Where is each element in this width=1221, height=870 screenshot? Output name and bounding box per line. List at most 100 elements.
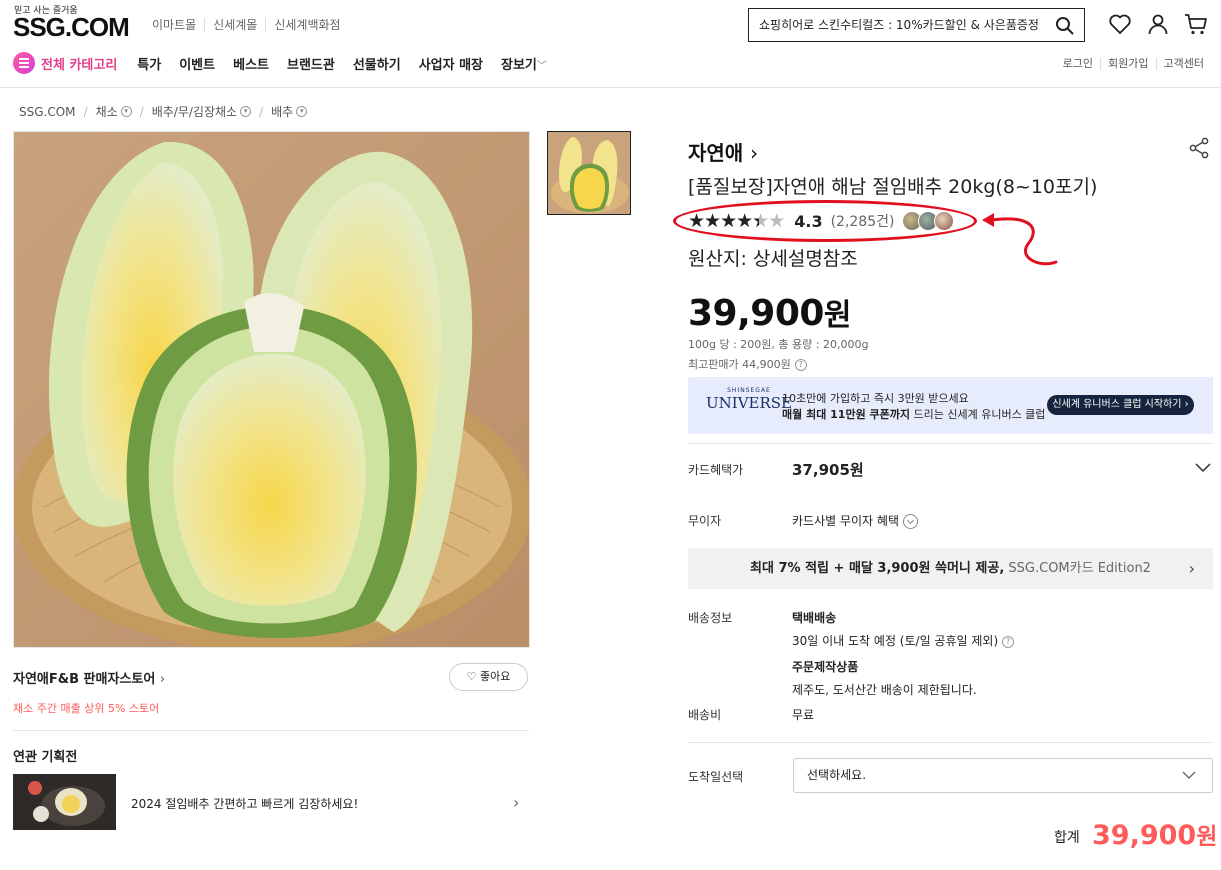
breadcrumb-separator: / bbox=[259, 104, 264, 119]
brand-link[interactable]: 자연애 › bbox=[688, 137, 758, 166]
breadcrumb-vegetables[interactable]: 채소 bbox=[96, 103, 118, 120]
price-number: 39,900 bbox=[688, 293, 824, 334]
divider bbox=[13, 730, 529, 731]
delivery-eta-text: 30일 이내 도착 예정 (토/일 공휴일 제외) bbox=[792, 634, 999, 648]
related-section-title: 연관 기획전 bbox=[13, 750, 78, 765]
nav-item-deals[interactable]: 특가 bbox=[137, 54, 161, 73]
delivery-restriction: 제주도, 도서산간 배송이 제한됩니다. bbox=[792, 683, 977, 697]
delivery-fee-label: 배송비 bbox=[688, 708, 722, 722]
chevron-right-icon[interactable]: › bbox=[513, 793, 519, 812]
arrival-date-placeholder: 선택하세요. bbox=[807, 768, 867, 782]
user-icon[interactable] bbox=[1146, 12, 1170, 36]
nav-item-grocery-label: 장보기 bbox=[501, 57, 537, 73]
card-benefit-label: 카드혜택가 bbox=[688, 463, 744, 477]
site-header: 믿고 사는 즐거움 SSG.COM 이마트몰 신세계몰 신세계백화점 쇼핑히어로… bbox=[0, 0, 1221, 88]
arrival-date-label: 도착일선택 bbox=[688, 770, 744, 784]
chevron-down-icon[interactable]: ▾ bbox=[120, 106, 132, 117]
breadcrumb-separator: / bbox=[83, 104, 88, 119]
nav-item-grocery[interactable]: 장보기﹀ bbox=[501, 54, 547, 73]
origin-info: 원산지: 상세설명참조 bbox=[688, 248, 858, 270]
card-promo-banner[interactable]: 최대 7% 적립 + 매달 3,900원 쓱머니 제공, SSG.COM카드 E… bbox=[688, 548, 1213, 589]
related-event-text[interactable]: 2024 절임배추 간편하고 빠르게 김장하세요! bbox=[131, 795, 358, 812]
family-site-links: 이마트몰 신세계몰 신세계백화점 bbox=[152, 18, 349, 32]
total-price: 39,900원 bbox=[1092, 817, 1217, 851]
signup-link[interactable]: 회원가입 bbox=[1100, 58, 1155, 70]
menu-icon[interactable] bbox=[13, 52, 35, 74]
breadcrumb-home[interactable]: SSG.COM bbox=[19, 105, 76, 119]
annotation-ellipse bbox=[673, 200, 977, 242]
universe-logo: SHINSEGAE UNIVERSE bbox=[706, 387, 792, 412]
ssg-logo[interactable]: SSG.COM bbox=[13, 12, 130, 43]
unit-price: 100g 당 : 200원, 총 용량 : 20,000g bbox=[688, 338, 869, 351]
search-input[interactable]: 쇼핑히어로 스킨수티컬즈 : 10%카드할인 & 사은품증정 bbox=[748, 8, 1085, 42]
sale-price: 39,900원 bbox=[688, 290, 852, 334]
nav-item-brands[interactable]: 브랜드관 bbox=[287, 54, 335, 73]
installment-label: 무이자 bbox=[688, 514, 722, 528]
chevron-down-icon bbox=[1182, 771, 1196, 779]
original-price-text: 최고판매가 44,900원 bbox=[688, 358, 791, 371]
heart-icon: ♡ bbox=[466, 670, 477, 683]
banner-line-2-bold: 매월 최대 11만원 쿠폰까지 bbox=[782, 408, 910, 421]
heart-icon[interactable] bbox=[1108, 12, 1132, 36]
universe-club-banner[interactable]: SHINSEGAE UNIVERSE 10초만에 가입하고 즉시 3만원 받으세… bbox=[688, 377, 1213, 434]
universe-club-cta-button[interactable]: 신세계 유니버스 클럽 시작하기 › bbox=[1047, 395, 1194, 415]
total-amount: 39,900 bbox=[1092, 820, 1197, 851]
nav-item-events[interactable]: 이벤트 bbox=[179, 54, 215, 73]
universe-logo-big: UNIVERSE bbox=[706, 394, 792, 412]
chevron-down-icon[interactable] bbox=[1194, 460, 1212, 474]
question-icon[interactable]: ? bbox=[1002, 635, 1015, 648]
cabbage-photo bbox=[14, 132, 529, 647]
banner-line-1: 10초만에 가입하고 즉시 3만원 받으세요 bbox=[782, 392, 969, 405]
seller-store-link[interactable]: 자연애F&B 판매자스토어 › bbox=[13, 668, 165, 687]
banner-line-2-rest: 드리는 신세계 유니버스 클럽 bbox=[910, 408, 1046, 421]
search-icon[interactable] bbox=[1055, 16, 1075, 36]
nav-item-best[interactable]: 베스트 bbox=[233, 54, 269, 73]
promo-gray: SSG.COM카드 Edition2 bbox=[1004, 561, 1151, 576]
breadcrumb-kimchi-veg[interactable]: 배추/무/김장채소 bbox=[152, 103, 237, 120]
main-nav: 전체 카테고리 특가 이벤트 베스트 브랜드관 선물하기 사업자 매장 장보기﹀ bbox=[13, 52, 565, 74]
chevron-down-icon[interactable]: ▾ bbox=[296, 106, 308, 117]
search-text: 쇼핑히어로 스킨수티컬즈 : 10%카드할인 & 사은품증정 bbox=[759, 18, 1039, 32]
store-badge: 채소 주간 매출 상위 5% 스토어 bbox=[13, 702, 160, 715]
like-button[interactable]: ♡ 좋아요 bbox=[449, 663, 528, 691]
question-icon[interactable]: ? bbox=[794, 359, 807, 371]
product-title: [품질보장]자연애 해남 절임배추 20kg(8~10포기) bbox=[688, 176, 1098, 198]
like-label: 좋아요 bbox=[480, 670, 511, 683]
customer-center-link[interactable]: 고객센터 bbox=[1155, 58, 1211, 70]
login-link[interactable]: 로그인 bbox=[1056, 58, 1100, 70]
nav-item-gifts[interactable]: 선물하기 bbox=[353, 54, 401, 73]
chevron-down-icon: ﹀ bbox=[536, 60, 547, 72]
cart-icon[interactable] bbox=[1184, 12, 1208, 36]
original-price: 최고판매가 44,900원? bbox=[688, 356, 807, 372]
user-links: 로그인 회원가입 고객센터 bbox=[1056, 58, 1211, 70]
made-to-order-label: 주문제작상품 bbox=[792, 660, 859, 674]
product-main-image[interactable] bbox=[13, 131, 530, 648]
total-label: 합계 bbox=[1054, 830, 1080, 846]
nav-item-business[interactable]: 사업자 매장 bbox=[419, 54, 483, 73]
site-link-department-store[interactable]: 신세계백화점 bbox=[265, 18, 348, 32]
divider bbox=[688, 742, 1213, 743]
all-category-link[interactable]: 전체 카테고리 bbox=[41, 54, 117, 73]
price-unit: 원 bbox=[823, 298, 852, 333]
brand-name: 자연애 bbox=[688, 141, 744, 165]
installment-info[interactable]: 카드사별 무이자 혜택 bbox=[792, 512, 918, 529]
banner-line-2: 매월 최대 11만원 쿠폰까지 드리는 신세계 유니버스 클럽 bbox=[782, 406, 1045, 422]
chevron-down-icon[interactable]: ▾ bbox=[240, 106, 252, 117]
total-unit: 원 bbox=[1196, 824, 1218, 850]
annotation-arrow-icon bbox=[982, 213, 1058, 266]
chevron-right-icon: › bbox=[1188, 559, 1195, 578]
header-icons bbox=[1108, 12, 1208, 36]
product-thumbnail[interactable] bbox=[547, 131, 631, 215]
related-thumbnail[interactable] bbox=[13, 774, 116, 830]
breadcrumb: SSG.COM / 채소 ▾ / 배추/무/김장채소 ▾ / 배추 ▾ bbox=[19, 103, 308, 120]
share-icon[interactable] bbox=[1188, 137, 1210, 159]
universe-logo-small: SHINSEGAE bbox=[727, 387, 771, 394]
delivery-fee: 무료 bbox=[792, 708, 815, 722]
related-photo bbox=[13, 774, 116, 830]
breadcrumb-cabbage[interactable]: 배추 bbox=[271, 103, 293, 120]
arrival-date-select[interactable]: 선택하세요. bbox=[793, 758, 1213, 793]
chevron-down-icon bbox=[903, 514, 918, 529]
site-link-shinsegae-mall[interactable]: 신세계몰 bbox=[204, 18, 265, 32]
site-link-emart[interactable]: 이마트몰 bbox=[152, 18, 204, 32]
card-benefit-price: 37,905원 bbox=[792, 461, 864, 479]
